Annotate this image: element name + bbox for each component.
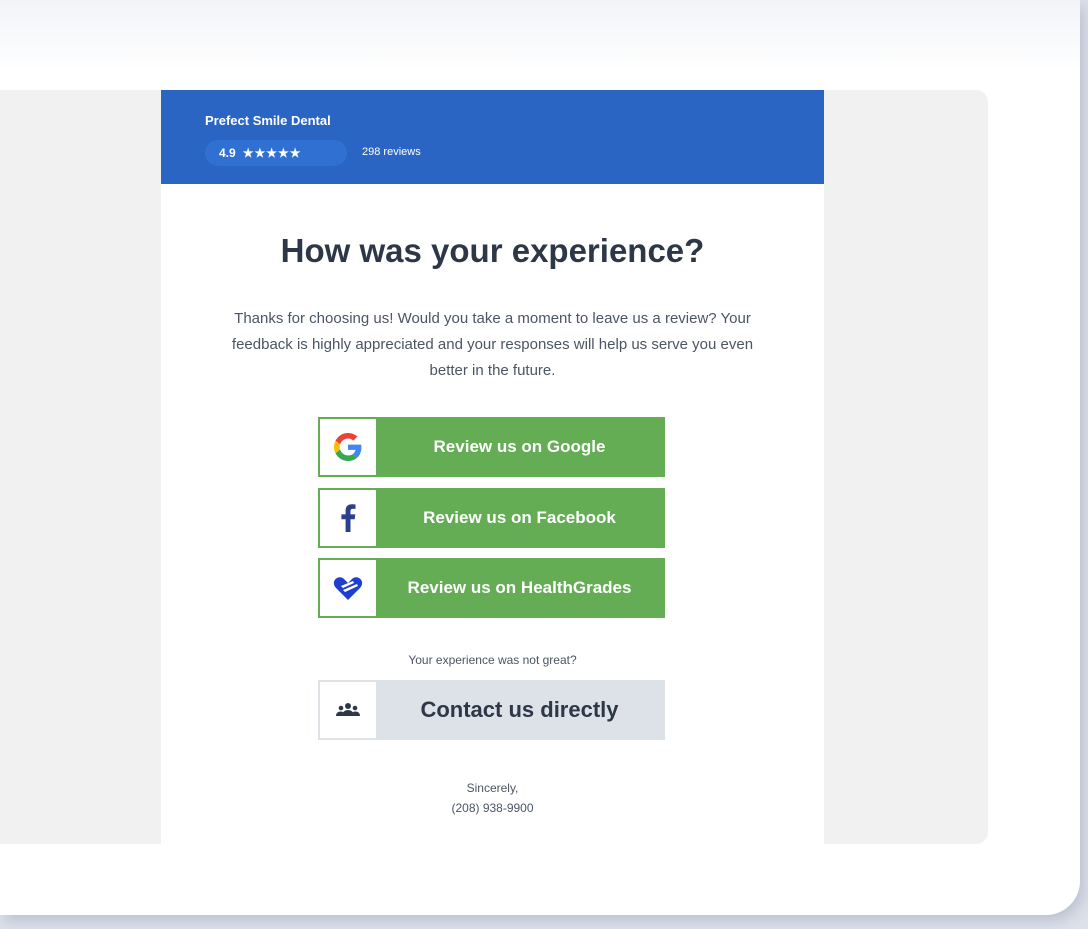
top-fade: [0, 0, 1080, 70]
review-facebook-button[interactable]: Review us on Facebook: [318, 488, 665, 548]
window-frame: Prefect Smile Dental 4.9 ★★★★★ 298 revie…: [0, 0, 1080, 915]
signoff-text: Sincerely,: [466, 781, 519, 795]
rating-badge: 4.9 ★★★★★: [205, 140, 347, 166]
review-google-label: Review us on Google: [433, 437, 606, 456]
contact-directly-label: Contact us directly: [420, 697, 619, 722]
review-healthgrades-label: Review us on HealthGrades: [407, 578, 632, 597]
business-name: Prefect Smile Dental: [205, 113, 331, 128]
rating-value: 4.9: [219, 146, 236, 160]
not-great-prompt: Your experience was not great?: [408, 653, 577, 667]
healthgrades-icon: [320, 560, 376, 616]
review-facebook-label: Review us on Facebook: [423, 508, 616, 527]
google-icon: [320, 419, 376, 475]
people-icon: [320, 682, 376, 738]
review-count: 298 reviews: [362, 146, 421, 158]
facebook-icon: [320, 490, 376, 546]
page-title: How was your experience?: [280, 232, 705, 269]
review-google-button[interactable]: Review us on Google: [318, 417, 665, 477]
signoff: Sincerely, (208) 938-9900: [161, 778, 824, 818]
phone-number: (208) 938-9900: [451, 801, 534, 815]
review-healthgrades-button[interactable]: Review us on HealthGrades: [318, 558, 665, 618]
star-rating-icon: ★★★★★: [242, 146, 302, 160]
email-header: Prefect Smile Dental 4.9 ★★★★★ 298 revie…: [161, 90, 824, 184]
review-request-email: Prefect Smile Dental 4.9 ★★★★★ 298 revie…: [161, 90, 824, 844]
contact-directly-button[interactable]: Contact us directly: [318, 680, 665, 740]
intro-text: Thanks for choosing us! Would you take a…: [231, 310, 754, 379]
